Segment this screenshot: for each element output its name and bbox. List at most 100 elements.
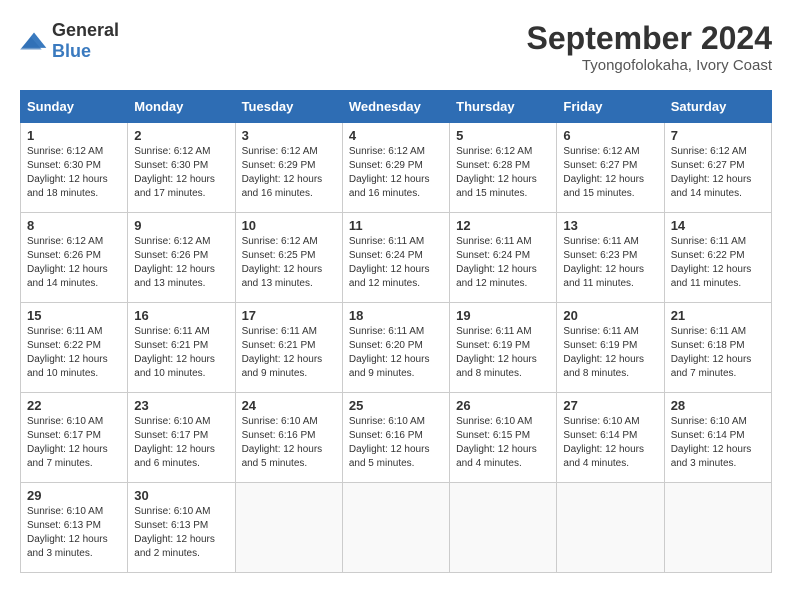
- table-row: 18 Sunrise: 6:11 AM Sunset: 6:20 PM Dayl…: [342, 303, 449, 393]
- day-number: 26: [456, 398, 550, 413]
- day-number: 13: [563, 218, 657, 233]
- day-number: 16: [134, 308, 228, 323]
- table-row: 23 Sunrise: 6:10 AM Sunset: 6:17 PM Dayl…: [128, 393, 235, 483]
- day-info: Sunrise: 6:11 AM Sunset: 6:22 PM Dayligh…: [671, 235, 765, 291]
- col-tuesday: Tuesday: [235, 91, 342, 123]
- col-wednesday: Wednesday: [342, 91, 449, 123]
- table-row: [557, 483, 664, 573]
- table-row: 19 Sunrise: 6:11 AM Sunset: 6:19 PM Dayl…: [450, 303, 557, 393]
- table-row: 10 Sunrise: 6:12 AM Sunset: 6:25 PM Dayl…: [235, 213, 342, 303]
- day-info: Sunrise: 6:12 AM Sunset: 6:26 PM Dayligh…: [134, 235, 228, 291]
- day-info: Sunrise: 6:11 AM Sunset: 6:24 PM Dayligh…: [349, 235, 443, 291]
- header-row: Sunday Monday Tuesday Wednesday Thursday…: [21, 91, 772, 123]
- day-number: 1: [27, 128, 121, 143]
- day-number: 4: [349, 128, 443, 143]
- day-info: Sunrise: 6:11 AM Sunset: 6:21 PM Dayligh…: [242, 325, 336, 381]
- day-number: 25: [349, 398, 443, 413]
- day-info: Sunrise: 6:10 AM Sunset: 6:17 PM Dayligh…: [27, 415, 121, 471]
- location: Tyongofolokaha, Ivory Coast: [527, 57, 772, 74]
- table-row: 26 Sunrise: 6:10 AM Sunset: 6:15 PM Dayl…: [450, 393, 557, 483]
- day-number: 14: [671, 218, 765, 233]
- day-number: 11: [349, 218, 443, 233]
- day-number: 7: [671, 128, 765, 143]
- table-row: 1 Sunrise: 6:12 AM Sunset: 6:30 PM Dayli…: [21, 123, 128, 213]
- table-row: 6 Sunrise: 6:12 AM Sunset: 6:27 PM Dayli…: [557, 123, 664, 213]
- day-number: 29: [27, 488, 121, 503]
- day-number: 30: [134, 488, 228, 503]
- logo-blue: Blue: [52, 41, 91, 61]
- table-row: [342, 483, 449, 573]
- day-number: 8: [27, 218, 121, 233]
- day-info: Sunrise: 6:12 AM Sunset: 6:26 PM Dayligh…: [27, 235, 121, 291]
- month-year: September 2024: [527, 20, 772, 57]
- table-row: 12 Sunrise: 6:11 AM Sunset: 6:24 PM Dayl…: [450, 213, 557, 303]
- calendar-table: Sunday Monday Tuesday Wednesday Thursday…: [20, 90, 772, 573]
- table-row: 17 Sunrise: 6:11 AM Sunset: 6:21 PM Dayl…: [235, 303, 342, 393]
- day-number: 20: [563, 308, 657, 323]
- day-number: 5: [456, 128, 550, 143]
- day-info: Sunrise: 6:10 AM Sunset: 6:13 PM Dayligh…: [134, 505, 228, 561]
- logo-general: General: [52, 20, 119, 40]
- table-row: 16 Sunrise: 6:11 AM Sunset: 6:21 PM Dayl…: [128, 303, 235, 393]
- day-number: 24: [242, 398, 336, 413]
- table-row: 9 Sunrise: 6:12 AM Sunset: 6:26 PM Dayli…: [128, 213, 235, 303]
- table-row: 25 Sunrise: 6:10 AM Sunset: 6:16 PM Dayl…: [342, 393, 449, 483]
- day-number: 6: [563, 128, 657, 143]
- day-number: 23: [134, 398, 228, 413]
- day-number: 17: [242, 308, 336, 323]
- table-row: [450, 483, 557, 573]
- day-info: Sunrise: 6:12 AM Sunset: 6:30 PM Dayligh…: [27, 145, 121, 201]
- day-info: Sunrise: 6:11 AM Sunset: 6:22 PM Dayligh…: [27, 325, 121, 381]
- day-number: 22: [27, 398, 121, 413]
- title-area: September 2024 Tyongofolokaha, Ivory Coa…: [527, 20, 772, 74]
- day-info: Sunrise: 6:12 AM Sunset: 6:30 PM Dayligh…: [134, 145, 228, 201]
- col-sunday: Sunday: [21, 91, 128, 123]
- day-info: Sunrise: 6:10 AM Sunset: 6:15 PM Dayligh…: [456, 415, 550, 471]
- day-info: Sunrise: 6:12 AM Sunset: 6:25 PM Dayligh…: [242, 235, 336, 291]
- day-info: Sunrise: 6:11 AM Sunset: 6:19 PM Dayligh…: [456, 325, 550, 381]
- day-info: Sunrise: 6:11 AM Sunset: 6:19 PM Dayligh…: [563, 325, 657, 381]
- table-row: 2 Sunrise: 6:12 AM Sunset: 6:30 PM Dayli…: [128, 123, 235, 213]
- day-info: Sunrise: 6:12 AM Sunset: 6:28 PM Dayligh…: [456, 145, 550, 201]
- day-number: 3: [242, 128, 336, 143]
- day-number: 15: [27, 308, 121, 323]
- day-info: Sunrise: 6:11 AM Sunset: 6:24 PM Dayligh…: [456, 235, 550, 291]
- col-saturday: Saturday: [664, 91, 771, 123]
- col-friday: Friday: [557, 91, 664, 123]
- day-info: Sunrise: 6:12 AM Sunset: 6:27 PM Dayligh…: [671, 145, 765, 201]
- table-row: 28 Sunrise: 6:10 AM Sunset: 6:14 PM Dayl…: [664, 393, 771, 483]
- table-row: 24 Sunrise: 6:10 AM Sunset: 6:16 PM Dayl…: [235, 393, 342, 483]
- table-row: 4 Sunrise: 6:12 AM Sunset: 6:29 PM Dayli…: [342, 123, 449, 213]
- day-info: Sunrise: 6:12 AM Sunset: 6:29 PM Dayligh…: [349, 145, 443, 201]
- table-row: 8 Sunrise: 6:12 AM Sunset: 6:26 PM Dayli…: [21, 213, 128, 303]
- table-row: 3 Sunrise: 6:12 AM Sunset: 6:29 PM Dayli…: [235, 123, 342, 213]
- col-thursday: Thursday: [450, 91, 557, 123]
- day-info: Sunrise: 6:10 AM Sunset: 6:17 PM Dayligh…: [134, 415, 228, 471]
- day-info: Sunrise: 6:10 AM Sunset: 6:16 PM Dayligh…: [242, 415, 336, 471]
- logo-icon: [20, 31, 48, 51]
- table-row: 21 Sunrise: 6:11 AM Sunset: 6:18 PM Dayl…: [664, 303, 771, 393]
- day-number: 10: [242, 218, 336, 233]
- table-row: 22 Sunrise: 6:10 AM Sunset: 6:17 PM Dayl…: [21, 393, 128, 483]
- calendar-week-5: 29 Sunrise: 6:10 AM Sunset: 6:13 PM Dayl…: [21, 483, 772, 573]
- calendar-week-1: 1 Sunrise: 6:12 AM Sunset: 6:30 PM Dayli…: [21, 123, 772, 213]
- day-number: 2: [134, 128, 228, 143]
- day-info: Sunrise: 6:11 AM Sunset: 6:23 PM Dayligh…: [563, 235, 657, 291]
- day-number: 28: [671, 398, 765, 413]
- day-info: Sunrise: 6:10 AM Sunset: 6:16 PM Dayligh…: [349, 415, 443, 471]
- header: General Blue September 2024 Tyongofoloka…: [20, 20, 772, 74]
- day-info: Sunrise: 6:10 AM Sunset: 6:14 PM Dayligh…: [563, 415, 657, 471]
- table-row: 20 Sunrise: 6:11 AM Sunset: 6:19 PM Dayl…: [557, 303, 664, 393]
- table-row: 14 Sunrise: 6:11 AM Sunset: 6:22 PM Dayl…: [664, 213, 771, 303]
- calendar-week-4: 22 Sunrise: 6:10 AM Sunset: 6:17 PM Dayl…: [21, 393, 772, 483]
- day-info: Sunrise: 6:10 AM Sunset: 6:14 PM Dayligh…: [671, 415, 765, 471]
- table-row: [664, 483, 771, 573]
- calendar-week-3: 15 Sunrise: 6:11 AM Sunset: 6:22 PM Dayl…: [21, 303, 772, 393]
- day-number: 27: [563, 398, 657, 413]
- col-monday: Monday: [128, 91, 235, 123]
- day-info: Sunrise: 6:11 AM Sunset: 6:18 PM Dayligh…: [671, 325, 765, 381]
- table-row: 27 Sunrise: 6:10 AM Sunset: 6:14 PM Dayl…: [557, 393, 664, 483]
- table-row: 29 Sunrise: 6:10 AM Sunset: 6:13 PM Dayl…: [21, 483, 128, 573]
- table-row: 15 Sunrise: 6:11 AM Sunset: 6:22 PM Dayl…: [21, 303, 128, 393]
- day-number: 21: [671, 308, 765, 323]
